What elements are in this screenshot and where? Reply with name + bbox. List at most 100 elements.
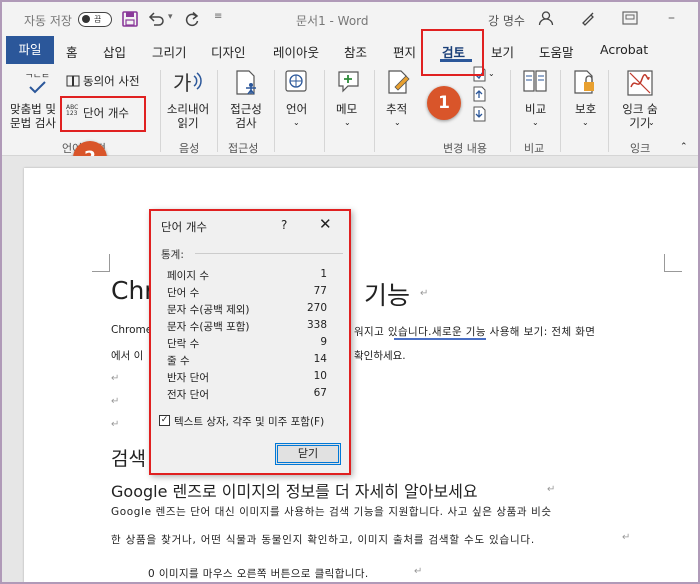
stat-label: 문자 수(공백 포함) [167,321,250,333]
group-separator [510,70,511,152]
include-textboxes-label[interactable]: 텍스트 상자, 각주 및 미주 포함(F) [174,414,324,429]
tracking-button[interactable]: 추적 [386,102,407,116]
autosave-label: 자동 저장 [24,14,72,28]
stat-row-fullwidth-words: 전자 단어 67 [167,387,327,403]
autosave-toggle[interactable]: 끔 [78,12,112,27]
section-divider [195,253,343,254]
read-aloud-button[interactable]: 소리내어 읽기 [162,102,214,130]
thesaurus-button[interactable]: 동의어 사전 [83,74,140,88]
ribbon-display-icon[interactable] [622,11,638,25]
collapse-ribbon-icon[interactable]: ⌃ [680,140,688,154]
body-line1-left: Chrome [111,324,153,336]
body-lens-step: 0 이미지를 마우스 오른쪽 버튼으로 클릭합니다. [148,568,369,580]
accessibility-check-button[interactable]: 접근성 검사 [220,102,272,130]
group-ink: 잉크 [630,142,651,155]
hide-ink-dropdown-icon[interactable]: ⌄ [648,116,655,130]
group-separator [274,70,275,152]
body-line2-left: 에서 이 [111,350,144,362]
tab-view[interactable]: 보기 [491,42,514,61]
svg-text:가: 가 [173,71,191,95]
crop-mark [92,254,110,272]
user-name[interactable]: 강 명수 [488,12,525,29]
comments-dropdown-icon[interactable]: ⌄ [344,116,351,130]
crop-mark [664,254,682,272]
tab-design[interactable]: 디자인 [211,42,246,61]
paragraph-mark: ↵ [111,396,120,407]
save-icon[interactable] [122,11,138,27]
stat-row-lines: 줄 수 14 [167,353,327,369]
tab-acrobat[interactable]: Acrobat [600,42,648,57]
stat-label: 페이지 수 [167,270,209,282]
tab-insert[interactable]: 삽입 [103,42,126,61]
paragraph-mark: ↵ [414,566,423,577]
stat-label: 반자 단어 [167,372,209,384]
read-aloud-icon: 가 [173,71,202,95]
track-changes-icon [388,70,410,94]
group-separator [324,70,325,152]
stat-row-paragraphs: 단락 수 9 [167,336,327,352]
stat-label: 단락 수 [167,338,200,350]
minimize-icon[interactable]: – [668,10,675,26]
tracking-dropdown-icon[interactable]: ⌄ [394,116,401,130]
account-icon[interactable] [538,10,554,26]
stat-value: 1 [320,268,327,280]
stat-value: 77 [313,285,327,297]
language-dropdown-icon[interactable]: ⌄ [293,116,300,130]
accept-dropdown-icon[interactable]: ⌄ [488,67,495,81]
stat-row-pages: 페이지 수 1 [167,268,327,284]
close-button[interactable]: 닫기 [275,443,341,465]
hide-ink-icon [627,70,653,96]
heading-google-lens: Google 렌즈로 이미지의 정보를 더 자세히 알아보세요 [111,482,478,501]
protect-button[interactable]: 보호 [575,102,596,116]
hide-ink-button[interactable]: 잉크 숨 기기 [616,102,664,130]
heading-chrome-right: 기능 [364,281,411,310]
ribbon-review: ᄀᄂᄃ 맞춤법 및 문법 검사 동의어 사전 ABC 123 단어 개수 언어 … [2,64,698,156]
group-separator [560,70,561,152]
comments-button[interactable]: 메모 [336,102,357,116]
undo-dropdown-icon[interactable]: ▾ [168,12,173,22]
tab-help[interactable]: 도움말 [539,42,574,61]
tab-references[interactable]: 참조 [344,42,367,61]
stat-row-halfwidth-words: 반자 단어 10 [167,370,327,386]
help-icon[interactable]: ? [281,218,287,232]
protect-dropdown-icon[interactable]: ⌄ [582,116,589,130]
pen-icon[interactable] [580,10,596,26]
paragraph-mark: ↵ [111,373,120,384]
tab-home[interactable]: 홈 [66,42,78,61]
previous-change-icon[interactable] [472,86,486,102]
group-separator [608,70,609,152]
tab-file[interactable]: 파일 [6,36,54,64]
customize-quick-access-icon[interactable]: ≡ [214,11,222,22]
word-count-dialog: 단어 개수 ? ✕ 통계: 페이지 수 1 단어 수 77 문자 수(공백 제외… [149,209,351,475]
body-lens-line1: Google 렌즈는 단어 대신 이미지를 사용하는 검색 기능을 지원합니다.… [111,506,552,518]
heading-search: 검색 [111,448,146,470]
group-speech: 음성 [179,142,200,155]
close-icon[interactable]: ✕ [319,215,332,233]
tab-layout[interactable]: 레이아웃 [273,42,319,61]
toggle-knob [82,15,90,23]
next-change-icon[interactable] [472,106,486,122]
stat-label: 줄 수 [167,355,190,367]
body-lens-line2: 한 상품을 찾거나, 어떤 식물과 동물인지 확인하고, 이미지 출처를 검색할… [111,534,536,546]
stat-label: 단어 수 [167,287,200,299]
callout-badge-1: 1 [427,86,461,120]
highlight-review-tab [421,29,484,76]
paragraph-mark: ↵ [111,419,120,430]
language-button[interactable]: 언어 [286,102,307,116]
protect-icon [574,70,594,94]
svg-text:ᄀᄂᄃ: ᄀᄂᄃ [25,73,50,84]
compare-dropdown-icon[interactable]: ⌄ [532,116,539,130]
dialog-title: 단어 개수 [161,220,207,234]
include-textboxes-checkbox[interactable]: ✓ [159,415,170,426]
compare-button[interactable]: 비교 [525,102,546,116]
paragraph-mark: ↵ [622,532,631,543]
comment-icon [338,71,359,93]
redo-icon[interactable] [184,11,200,27]
tab-draw[interactable]: 그리기 [152,42,187,61]
undo-icon[interactable] [148,11,166,27]
stat-label: 전자 단어 [167,389,209,401]
document-page[interactable]: Chro 기능 ↵ Chrome 워지고 있습니다.새로운 기능 사용해 보기:… [24,168,698,582]
compare-icon [523,70,547,92]
spelling-grammar-button[interactable]: 맞춤법 및 문법 검사 [10,102,66,130]
tab-mailings[interactable]: 편지 [393,42,416,61]
